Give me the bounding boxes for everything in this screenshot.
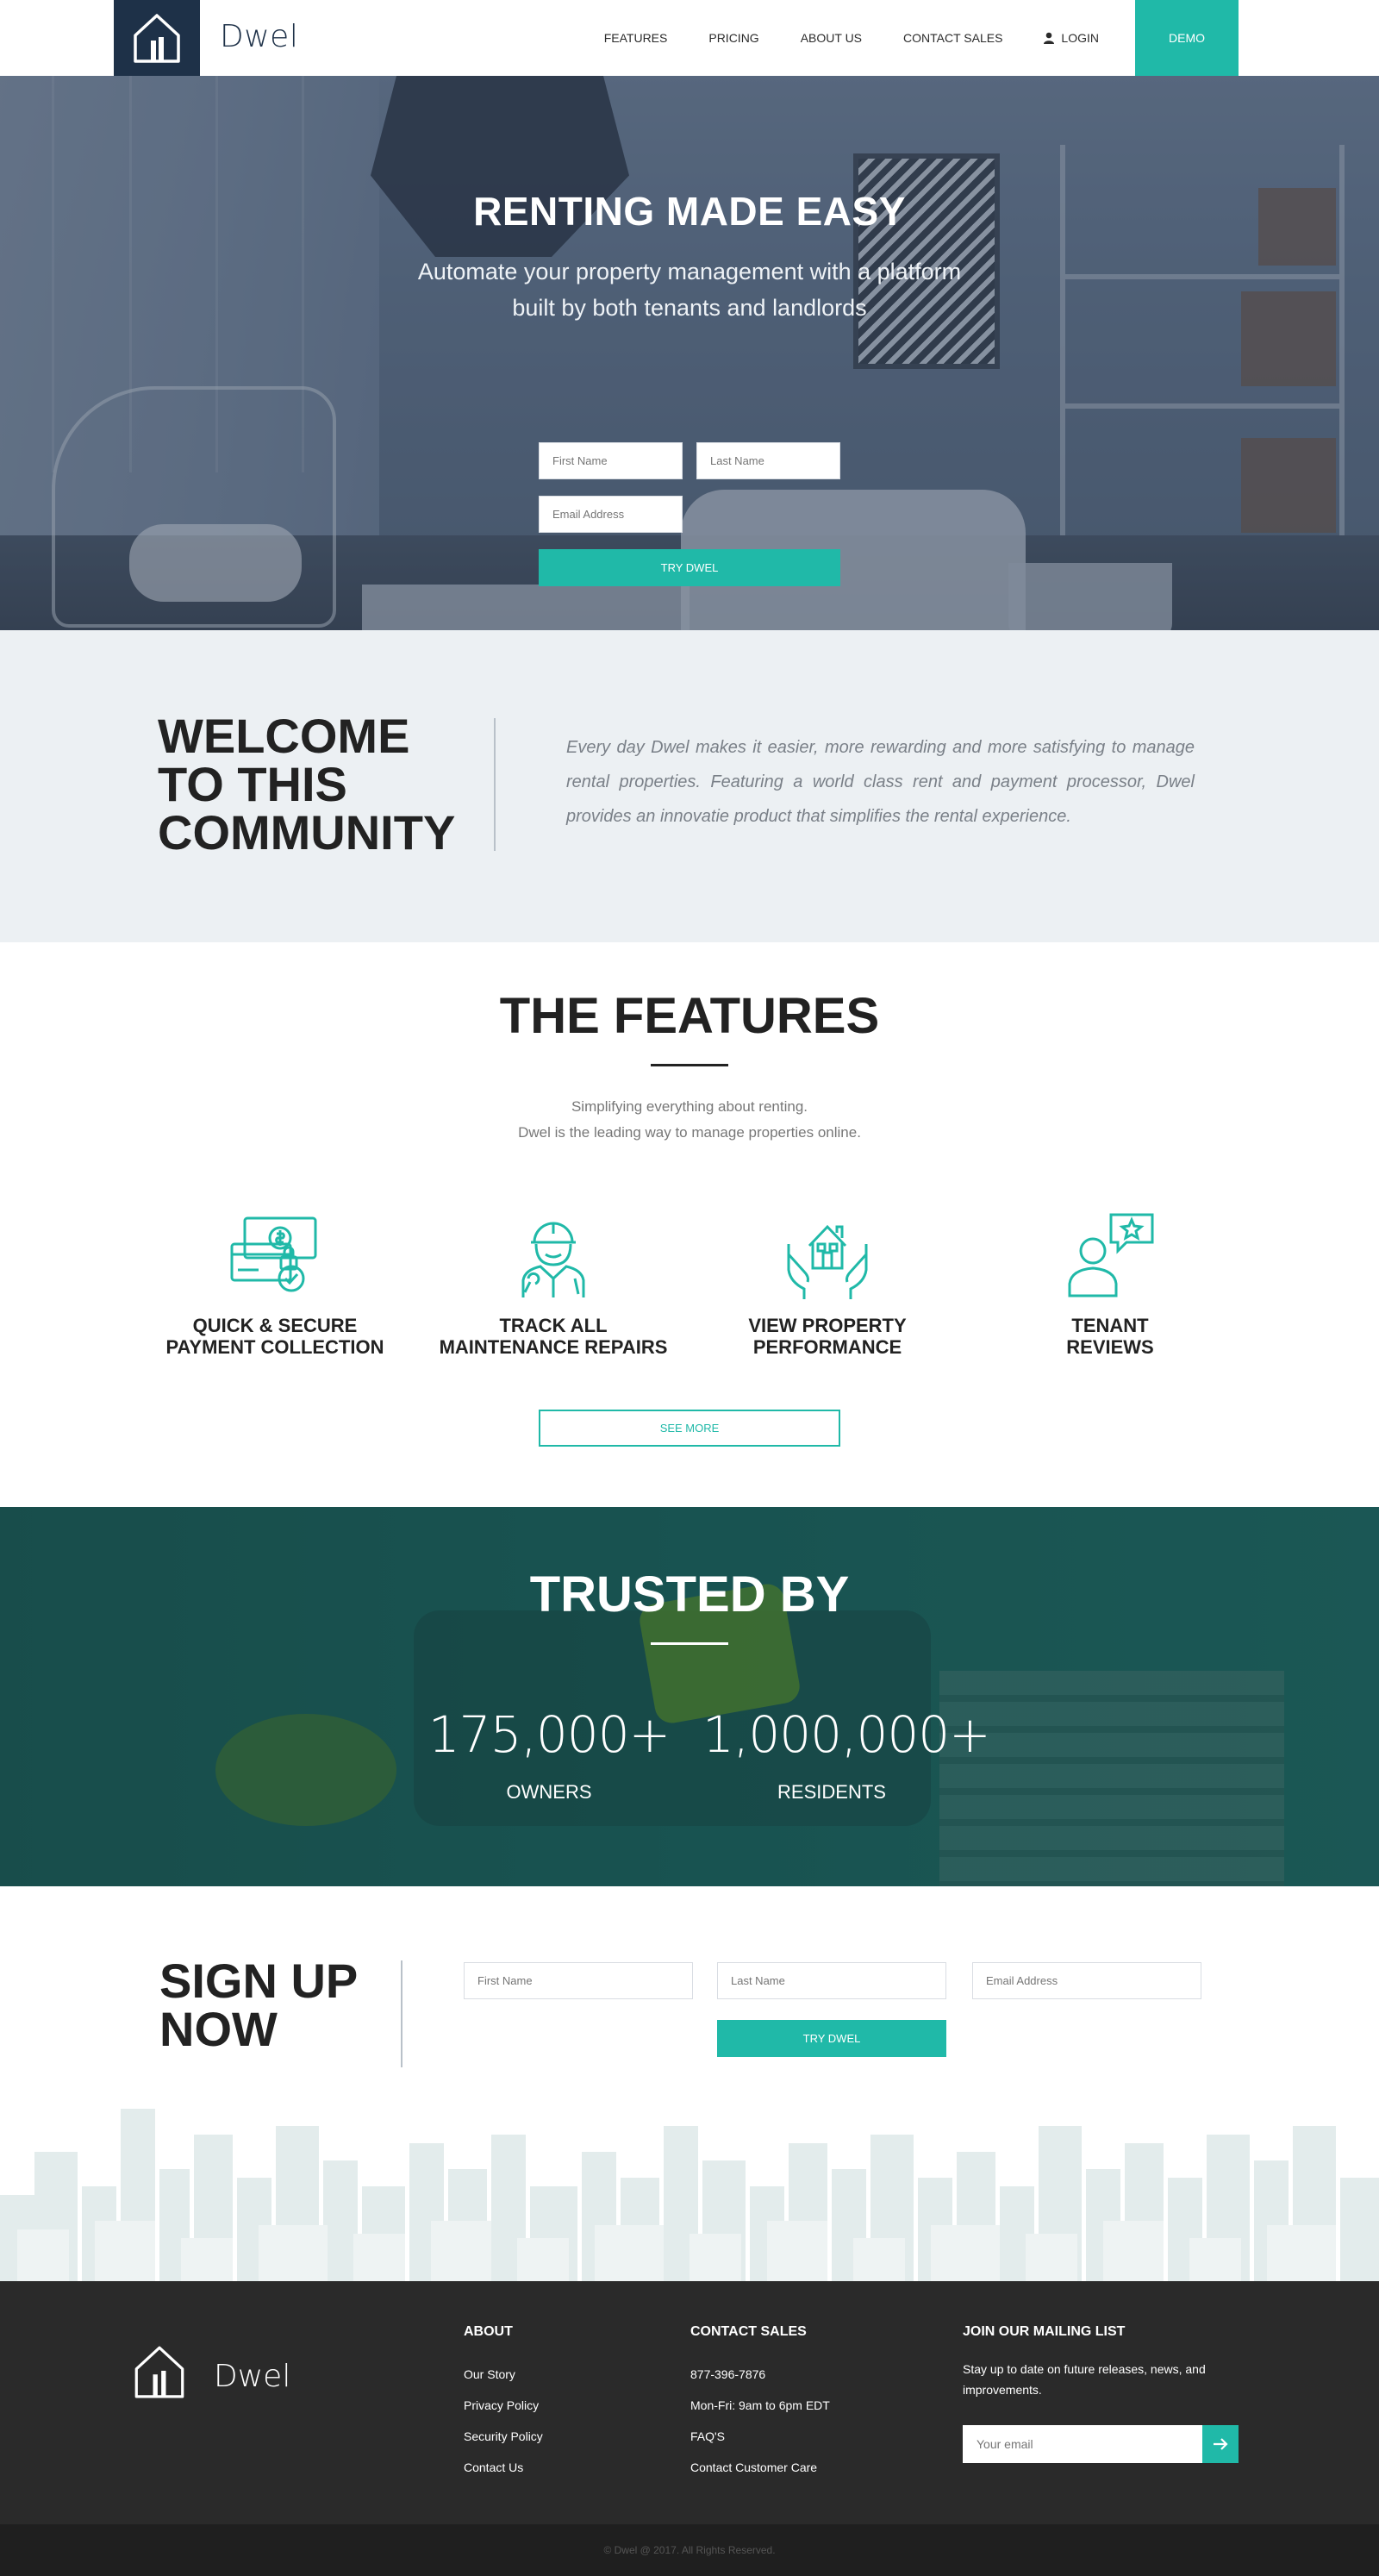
footer-link-privacy-policy[interactable]: Privacy Policy	[464, 2390, 543, 2421]
feature-item-reviews[interactable]: TENANT REVIEWS	[972, 1210, 1248, 1358]
feature-label-line1: TRACK ALL	[499, 1315, 608, 1336]
main-nav: FEATURES PRICING ABOUT US CONTACT SALES …	[563, 0, 1099, 76]
nav-about-us[interactable]: ABOUT US	[801, 31, 862, 45]
hero-last-name-input[interactable]	[696, 442, 840, 479]
features-section: THE FEATURES Simplifying everything abou…	[0, 942, 1379, 1507]
trusted-title: TRUSTED BY	[529, 1566, 850, 1623]
signup-title-line1: SIGN UP	[159, 1954, 359, 2008]
user-icon	[1044, 32, 1055, 44]
footer-sales-heading: CONTACT SALES	[690, 2324, 807, 2339]
welcome-text: Every day Dwel makes it easier, more rew…	[566, 738, 1195, 826]
footer-mailing-heading: JOIN OUR MAILING LIST	[963, 2324, 1126, 2339]
welcome-divider	[494, 718, 496, 851]
feature-label-line2: PAYMENT COLLECTION	[165, 1336, 384, 1358]
feature-label-line2: REVIEWS	[1066, 1336, 1154, 1358]
footer-link-our-story[interactable]: Our Story	[464, 2359, 543, 2390]
footer-house-logo-icon	[134, 2346, 184, 2398]
hero-first-name-input[interactable]	[539, 442, 683, 479]
welcome-section: WELCOME TO THIS COMMUNITY Every day Dwel…	[0, 630, 1379, 942]
feature-item-maintenance[interactable]: TRACK ALL MAINTENANCE REPAIRS	[415, 1210, 691, 1358]
copyright-bar: © Dwel @ 2017. All Rights Reserved.	[0, 2524, 1379, 2576]
feature-label: VIEW PROPERTY PERFORMANCE	[690, 1315, 965, 1358]
house-logo-icon	[134, 14, 180, 63]
features-subtitle: Simplifying everything about renting. Dw…	[0, 1094, 1379, 1146]
arrow-right-icon	[1214, 2438, 1228, 2450]
footer-link-faqs[interactable]: FAQ'S	[690, 2421, 830, 2452]
features-subtitle-line1: Simplifying everything about renting.	[571, 1098, 808, 1115]
feature-label: TRACK ALL MAINTENANCE REPAIRS	[415, 1315, 691, 1358]
feature-label-line1: QUICK & SECURE	[192, 1315, 358, 1336]
signup-email-input[interactable]	[972, 1962, 1201, 1999]
nav-contact-sales[interactable]: CONTACT SALES	[903, 31, 1002, 45]
feature-label-line2: PERFORMANCE	[752, 1336, 902, 1358]
mailing-email-input[interactable]	[963, 2425, 1202, 2463]
see-more-button[interactable]: SEE MORE	[539, 1410, 840, 1447]
stat-number: 175,000+	[427, 1705, 671, 1764]
signup-title: SIGN UP NOW	[159, 1957, 358, 2054]
trusted-section: TRUSTED BY 175,000+ OWNERS 1,000,000+ RE…	[0, 1507, 1379, 1886]
footer-about-heading: ABOUT	[464, 2324, 513, 2339]
hero-email-input[interactable]	[539, 496, 683, 533]
mailing-submit-button[interactable]	[1202, 2425, 1239, 2463]
footer-brand-name[interactable]: Dwel	[214, 2359, 290, 2394]
stat-number: 1,000,000+	[702, 1705, 991, 1764]
hero-try-dwel-button[interactable]: TRY DWEL	[539, 549, 840, 586]
hero-signup-form: TRY DWEL	[539, 442, 840, 586]
stat-label: OWNERS	[506, 1781, 592, 1803]
feature-item-payment[interactable]: QUICK & SECURE PAYMENT COLLECTION	[137, 1210, 413, 1358]
footer-mailing-column: JOIN OUR MAILING LIST Stay up to date on…	[963, 2324, 1221, 2400]
payment-icon	[230, 1216, 317, 1292]
logo[interactable]	[114, 0, 200, 76]
signup-divider	[401, 1960, 402, 2067]
trusted-title-rule	[651, 1642, 728, 1645]
hero-section: RENTING MADE EASY Automate your property…	[0, 76, 1379, 630]
login-link[interactable]: LOGIN	[1044, 31, 1099, 45]
feature-item-property[interactable]: VIEW PROPERTY PERFORMANCE	[690, 1210, 965, 1358]
nav-features[interactable]: FEATURES	[604, 31, 668, 45]
signup-first-name-input[interactable]	[464, 1962, 693, 1999]
features-subtitle-line2: Dwel is the leading way to manage proper…	[518, 1124, 861, 1141]
site-footer: Dwel ABOUT Our Story Privacy Policy Secu…	[0, 2281, 1379, 2524]
footer-link-contact-us[interactable]: Contact Us	[464, 2452, 543, 2483]
signup-section: SIGN UP NOW TRY DWEL	[0, 1886, 1379, 2281]
features-title: THE FEATURES	[499, 988, 880, 1044]
feature-label-line1: VIEW PROPERTY	[748, 1315, 907, 1336]
tenant-review-icon	[1068, 1213, 1154, 1297]
hero-title: RENTING MADE EASY	[473, 189, 906, 234]
feature-label: QUICK & SECURE PAYMENT COLLECTION	[137, 1315, 413, 1358]
stat-residents: 1,000,000+ RESIDENTS	[702, 1705, 991, 1804]
copyright-text: © Dwel @ 2017. All Rights Reserved.	[603, 2544, 776, 2556]
city-skyline-illustration	[0, 2109, 1379, 2281]
stat-label: RESIDENTS	[777, 1781, 886, 1803]
footer-phone[interactable]: 877-396-7876	[690, 2359, 830, 2390]
feature-label-line2: MAINTENANCE REPAIRS	[439, 1336, 668, 1358]
feature-label-line1: TENANT	[1071, 1315, 1149, 1336]
brand-name[interactable]: Dwel	[220, 19, 298, 54]
maintenance-worker-icon	[521, 1222, 585, 1297]
signup-title-line2: NOW	[159, 2002, 278, 2056]
hero-content: RENTING MADE EASY Automate your property…	[0, 76, 1379, 326]
footer-about-column: ABOUT Our Story Privacy Policy Security …	[464, 2324, 543, 2483]
footer-hours: Mon-Fri: 9am to 6pm EDT	[690, 2398, 830, 2412]
nav-pricing[interactable]: PRICING	[708, 31, 758, 45]
footer-link-customer-care[interactable]: Contact Customer Care	[690, 2452, 830, 2483]
trusted-content: TRUSTED BY	[0, 1507, 1379, 1645]
signup-try-dwel-button[interactable]: TRY DWEL	[717, 2020, 946, 2057]
hero-subtitle: Automate your property management with a…	[417, 259, 962, 321]
login-label: LOGIN	[1061, 31, 1099, 45]
signup-last-name-input[interactable]	[717, 1962, 946, 1999]
footer-link-security-policy[interactable]: Security Policy	[464, 2421, 543, 2452]
feature-label: TENANT REVIEWS	[972, 1315, 1248, 1358]
footer-mailing-text: Stay up to date on future releases, news…	[963, 2362, 1206, 2397]
footer-sales-column: CONTACT SALES 877-396-7876 Mon-Fri: 9am …	[690, 2324, 830, 2483]
stat-owners: 175,000+ OWNERS	[420, 1705, 678, 1804]
site-header: Dwel FEATURES PRICING ABOUT US CONTACT S…	[0, 0, 1379, 76]
welcome-title: WELCOME TO THIS COMMUNITY	[158, 709, 456, 860]
features-title-rule	[651, 1064, 728, 1066]
demo-button[interactable]: DEMO	[1135, 0, 1239, 76]
house-in-hands-icon	[787, 1224, 868, 1299]
